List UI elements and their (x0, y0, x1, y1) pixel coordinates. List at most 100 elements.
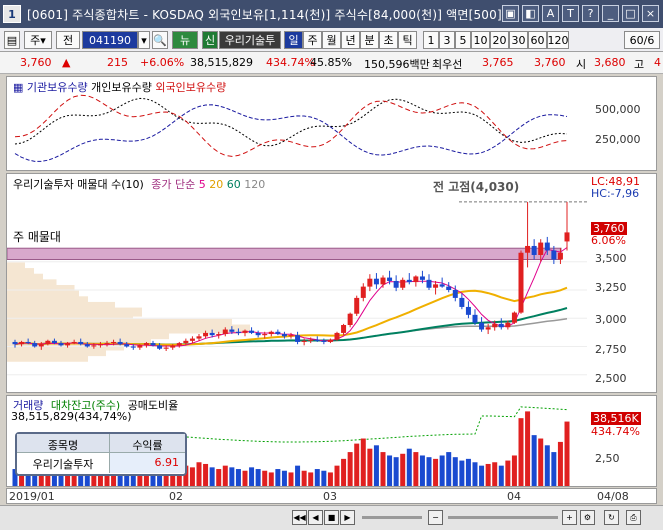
candle-body (426, 279, 432, 288)
window-button-0[interactable]: ▣ (502, 5, 519, 22)
price-change-pct: +6.06% (140, 56, 185, 69)
stock-code-input[interactable]: 041190 (82, 31, 138, 49)
volume-bar (242, 470, 248, 486)
interval-3[interactable]: 년 (341, 31, 360, 49)
number-5[interactable]: 30 (509, 31, 528, 49)
toolbar: ▤ 주 ▾ 전 041190 ▾ 🔍 뉴 신 우리기술투 일주월년분초틱 1351… (0, 28, 663, 52)
candle-body (170, 345, 176, 348)
number-7[interactable]: 120 (547, 31, 569, 49)
candle-body (498, 323, 504, 328)
interval-2[interactable]: 월 (322, 31, 341, 49)
next-icon[interactable]: ▶ (340, 510, 355, 525)
lock-icon[interactable]: ▤ (4, 31, 20, 49)
volume-bar (419, 455, 425, 486)
number-0[interactable]: 1 (423, 31, 439, 49)
scroll-slider[interactable] (362, 516, 422, 519)
stop-icon[interactable]: ■ (324, 510, 339, 525)
candle-body (150, 343, 156, 346)
window-button-4[interactable]: ? (582, 5, 599, 22)
settings-icon[interactable]: ⚙ (580, 510, 595, 525)
news-badge[interactable]: 뉴 (172, 31, 198, 49)
first-icon[interactable]: ◀◀ (292, 510, 307, 525)
price-tick-2: 3,250 (595, 281, 627, 294)
ma5-label: 5 (198, 178, 206, 191)
candle-body (347, 313, 353, 326)
volume-bar (268, 472, 274, 486)
search-icon[interactable]: 🔍 (152, 31, 168, 49)
volume-bar (387, 455, 393, 486)
number-1[interactable]: 3 (439, 31, 455, 49)
number-4[interactable]: 20 (490, 31, 509, 49)
window-button-2[interactable]: A (542, 5, 559, 22)
window-button-5[interactable]: _ (602, 5, 619, 22)
volume-bar (58, 475, 64, 486)
price-panel[interactable]: 우리기술투자 매물대 수(10) 종가 단순 5 20 60 120 전 고점(… (6, 173, 588, 393)
app-icon: 1 (3, 5, 21, 23)
window-title: [0601] 주식종합차트 - KOSDAQ 외국인보유[1,114(천)] 주… (27, 7, 502, 22)
market-select[interactable]: 주 ▾ (24, 31, 52, 49)
foreign-line (14, 94, 568, 157)
volume-bar (341, 458, 347, 486)
prev-icon[interactable]: ◀ (308, 510, 323, 525)
number-2[interactable]: 5 (455, 31, 471, 49)
zoom-slider[interactable] (448, 516, 558, 519)
candle-body (97, 344, 103, 346)
price-tick-3: 3,000 (595, 313, 627, 326)
volume-bar (551, 452, 557, 486)
volume-bar (518, 418, 524, 486)
volume-value: 38,515,829 (190, 56, 253, 69)
volume-bar (354, 443, 360, 486)
number-3[interactable]: 10 (471, 31, 490, 49)
volume-bar (189, 467, 195, 486)
ownership-panel[interactable]: ▦ 기관보유수량 개인보유수량 외국인보유수량 (6, 76, 588, 171)
interval-4[interactable]: 분 (360, 31, 379, 49)
candle-body (518, 252, 524, 313)
interval-5[interactable]: 초 (379, 31, 398, 49)
supply-zone-bar (7, 262, 25, 272)
volume-bar (314, 469, 320, 486)
candle-body (485, 327, 491, 330)
return-table: 종목명 수익률 우리기술투자 6.91 (15, 432, 187, 476)
candle-body (12, 341, 18, 345)
candle-body (19, 341, 25, 345)
refresh-icon[interactable]: ↻ (604, 510, 619, 525)
interval-6[interactable]: 틱 (398, 31, 417, 49)
volume-bar (538, 438, 544, 486)
volume-bar (288, 472, 294, 486)
turnover-rate: 45.85% (310, 56, 352, 69)
interval-1[interactable]: 주 (303, 31, 322, 49)
candle-body (525, 245, 531, 253)
open-price: 3,680 (594, 56, 626, 69)
volume-panel[interactable]: 거래량 대차잔고(주수) 공매도비율 38,515,829(434,74%) 종… (6, 395, 588, 487)
candle-body (288, 335, 294, 337)
code-dropdown-icon[interactable]: ▾ (138, 31, 150, 49)
volume-bar (413, 452, 419, 486)
zoom-out-icon[interactable]: − (428, 510, 443, 525)
candle-body (163, 347, 169, 349)
quote-info-row: 3,760 ▲ 215 +6.06% 38,515,829 434.74% 45… (0, 52, 663, 74)
candle-body (117, 341, 123, 345)
volume-bar (465, 458, 471, 486)
window-button-6[interactable]: □ (622, 5, 639, 22)
volume-bar (301, 470, 307, 486)
candle-body (275, 331, 281, 335)
candle-body (78, 341, 84, 345)
candle-body (111, 341, 117, 344)
zoom-in-icon[interactable]: + (562, 510, 577, 525)
candle-body (229, 329, 235, 332)
print-icon[interactable]: ⎙ (626, 510, 641, 525)
interval-0[interactable]: 일 (284, 31, 303, 49)
volume-bar (321, 470, 327, 486)
volume-bar (347, 452, 353, 486)
period-type-select[interactable]: 전 (56, 31, 80, 49)
up-arrow-icon: ▲ (62, 56, 71, 69)
window-button-7[interactable]: × (642, 5, 659, 22)
window-button-1[interactable]: ◧ (522, 5, 539, 22)
window-button-3[interactable]: T (562, 5, 579, 22)
count-input[interactable]: 60/6 (624, 31, 660, 49)
window-buttons: ▣ ◧ A T? _ □ × (502, 5, 659, 22)
volume-ratio: 434.74% (266, 56, 315, 69)
table-row[interactable]: 우리기술투자 6.91 (17, 453, 185, 473)
volume-bar (222, 465, 228, 486)
number-6[interactable]: 60 (528, 31, 547, 49)
